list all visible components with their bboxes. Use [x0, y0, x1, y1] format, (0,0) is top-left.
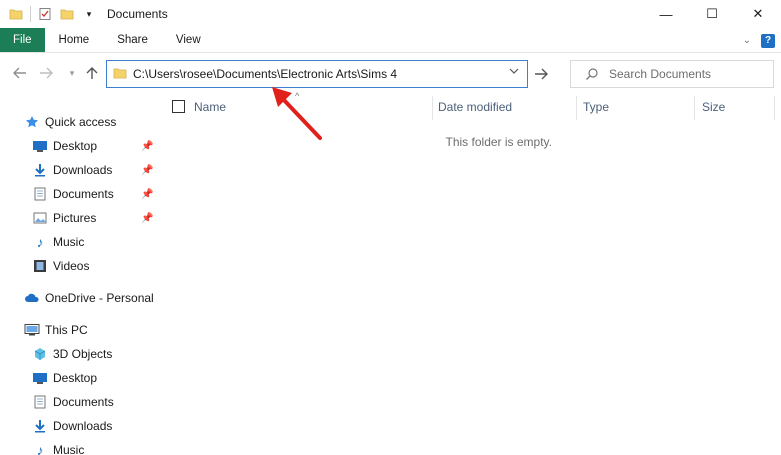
star-icon [24, 114, 40, 130]
sidebar-item-label: Videos [53, 259, 90, 273]
search-input[interactable]: Search Documents [570, 60, 774, 88]
documents-icon [32, 394, 48, 410]
sidebar-item-label: Pictures [53, 211, 97, 225]
help-icon[interactable]: ? [761, 33, 775, 48]
back-arrow-icon[interactable] [12, 65, 28, 81]
sidebar-item-onedrive[interactable]: OneDrive - Personal [24, 287, 154, 309]
search-placeholder: Search Documents [609, 67, 712, 81]
ribbon-tabs: File Home Share View ⌄ ? [0, 28, 781, 53]
sidebar-item-downloads[interactable]: Downloads [32, 159, 112, 181]
tab-share[interactable]: Share [103, 28, 162, 52]
3d-objects-icon [32, 346, 48, 362]
sidebar-item-label: Downloads [53, 419, 113, 433]
sidebar-item-label: Desktop [53, 139, 98, 153]
window-title: Documents [107, 7, 168, 21]
downloads-icon [32, 162, 48, 178]
navigation-pane: Quick access Desktop 📌 Downloads 📌 Docum… [0, 108, 160, 455]
expand-ribbon-icon[interactable]: ⌄ [743, 35, 751, 46]
column-header-size[interactable]: Size [702, 93, 772, 121]
column-divider[interactable] [774, 96, 775, 120]
videos-icon [32, 258, 48, 274]
documents-icon [32, 186, 48, 202]
pin-icon[interactable]: 📌 [141, 141, 153, 152]
minimize-button[interactable]: — [643, 0, 689, 28]
computer-icon [24, 322, 40, 338]
pin-icon[interactable]: 📌 [141, 213, 153, 224]
sidebar-item-label: This PC [45, 323, 88, 337]
column-header-type[interactable]: Type [583, 93, 693, 121]
file-list-pane: ^ Name Date modified Type Size This fold… [162, 91, 781, 455]
sidebar-item-pictures[interactable]: Pictures [32, 207, 96, 229]
column-divider[interactable] [576, 96, 577, 120]
sidebar-item-music-pc[interactable]: ♪ Music [32, 439, 85, 455]
column-header-row: ^ Name Date modified Type Size [162, 91, 781, 121]
column-divider[interactable] [432, 96, 433, 120]
sidebar-item-documents-pc[interactable]: Documents [32, 391, 114, 413]
sidebar-item-videos[interactable]: Videos [32, 255, 89, 277]
sidebar-item-quick-access[interactable]: Quick access [24, 111, 116, 133]
pin-icon[interactable]: 📌 [141, 189, 153, 200]
sidebar-item-label: Documents [53, 395, 114, 409]
column-divider[interactable] [694, 96, 695, 120]
go-arrow-icon[interactable] [532, 66, 550, 82]
sidebar-item-label: Desktop [53, 371, 98, 385]
sidebar-item-desktop-pc[interactable]: Desktop [32, 367, 97, 389]
empty-folder-message: This folder is empty. [445, 135, 552, 149]
window-controls: — ☐ ✕ [643, 0, 781, 28]
downloads-icon [32, 418, 48, 434]
sidebar-item-label: OneDrive - Personal [45, 291, 154, 305]
tab-home[interactable]: Home [45, 28, 104, 52]
desktop-icon [32, 138, 48, 154]
pictures-icon [32, 210, 48, 226]
address-path[interactable]: C:\Users\rosee\Documents\Electronic Arts… [133, 67, 397, 81]
sidebar-item-label: Music [53, 235, 85, 249]
recent-locations-icon[interactable]: ▾ [64, 65, 80, 81]
sidebar-item-label: Downloads [53, 163, 113, 177]
search-icon [585, 67, 599, 81]
properties-icon[interactable] [37, 6, 53, 22]
folder-icon [113, 66, 127, 83]
column-header-date-modified[interactable]: Date modified [438, 93, 576, 121]
maximize-button[interactable]: ☐ [689, 0, 735, 28]
desktop-icon [32, 370, 48, 386]
select-all-checkbox[interactable] [172, 100, 185, 113]
tab-file[interactable]: File [0, 28, 45, 52]
quick-access-toolbar: ▾ Documents [0, 0, 168, 28]
pin-icon[interactable]: 📌 [141, 165, 153, 176]
toolbar-divider [30, 6, 31, 22]
sidebar-item-desktop[interactable]: Desktop [32, 135, 97, 157]
new-folder-icon[interactable] [59, 6, 75, 22]
folder-icon [8, 6, 24, 22]
up-arrow-icon[interactable] [84, 65, 100, 81]
close-button[interactable]: ✕ [735, 0, 781, 28]
navigation-bar: ▾ C:\Users\rosee\Documents\Electronic Ar… [0, 53, 781, 93]
column-header-name[interactable]: Name [194, 93, 432, 121]
sidebar-item-label: Music [53, 443, 85, 455]
music-icon: ♪ [36, 234, 44, 250]
sidebar-item-label: 3D Objects [53, 347, 113, 361]
sidebar-item-this-pc[interactable]: This PC [24, 319, 88, 341]
customize-toolbar-dropdown-icon[interactable]: ▾ [81, 6, 97, 22]
address-dropdown-icon[interactable] [509, 67, 519, 78]
title-bar: ▾ Documents — ☐ ✕ [0, 0, 781, 28]
sidebar-item-label: Quick access [45, 115, 117, 129]
sidebar-item-downloads-pc[interactable]: Downloads [32, 415, 112, 437]
sidebar-item-music[interactable]: ♪ Music [32, 231, 85, 253]
sidebar-item-3d-objects[interactable]: 3D Objects [32, 343, 112, 365]
ribbon-right-controls: ⌄ ? [743, 28, 775, 53]
onedrive-cloud-icon [24, 290, 40, 306]
tab-view[interactable]: View [162, 28, 215, 52]
forward-arrow-icon[interactable] [38, 65, 54, 81]
sidebar-item-documents[interactable]: Documents [32, 183, 114, 205]
music-icon: ♪ [36, 442, 44, 455]
sidebar-item-label: Documents [53, 187, 114, 201]
